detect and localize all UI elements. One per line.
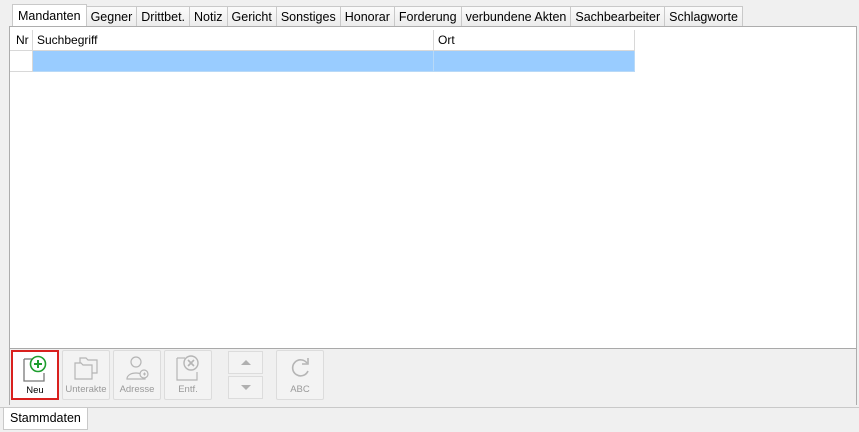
column-header-suchbegriff[interactable]: Suchbegriff (33, 30, 434, 51)
column-header-nr[interactable]: Nr (10, 30, 33, 51)
tab-gegner[interactable]: Gegner (85, 6, 138, 26)
tab-strip: Mandanten Gegner Drittbet. Notiz Gericht… (12, 4, 743, 26)
adresse-label: Adresse (119, 384, 155, 395)
neu-label: Neu (26, 385, 44, 396)
mandanten-panel: Nr Suchbegriff Ort Neu Unterakte Adresse… (9, 26, 857, 405)
tab-notiz[interactable]: Notiz (189, 6, 228, 26)
tab-sachbearbeiter[interactable]: Sachbearbeiter (570, 6, 666, 26)
row-suchbegriff-cell[interactable] (33, 51, 434, 72)
neu-button[interactable]: Neu (11, 350, 59, 400)
tab-schlagworte[interactable]: Schlagworte (664, 6, 743, 26)
table-row[interactable] (10, 51, 635, 72)
abc-sort-button[interactable]: ABC (276, 350, 324, 400)
refresh-icon (277, 354, 323, 384)
tab-honorar[interactable]: Honorar (339, 6, 395, 26)
tab-sonstiges[interactable]: Sonstiges (275, 6, 341, 26)
mandanten-grid: Nr Suchbegriff Ort (10, 30, 635, 72)
tab-forderung[interactable]: Forderung (393, 6, 462, 26)
row-nr-cell[interactable] (10, 51, 33, 72)
person-address-icon (114, 354, 160, 384)
folder-stack-icon (63, 354, 109, 384)
unterakte-button[interactable]: Unterakte (62, 350, 110, 400)
row-ort-cell[interactable] (434, 51, 635, 72)
action-toolbar: Neu Unterakte Adresse Entf. ABC (10, 348, 856, 405)
grid-header: Nr Suchbegriff Ort (10, 30, 635, 51)
unterakte-label: Unterakte (65, 384, 107, 395)
tab-stammdaten[interactable]: Stammdaten (3, 408, 88, 430)
adresse-button[interactable]: Adresse (113, 350, 161, 400)
tab-gericht[interactable]: Gericht (226, 6, 277, 26)
add-document-icon (13, 355, 57, 385)
tab-verbundene-akten[interactable]: verbundene Akten (460, 6, 572, 26)
triangle-down-icon (239, 385, 253, 400)
tab-drittbet[interactable]: Drittbet. (136, 6, 191, 26)
move-up-button[interactable] (228, 351, 263, 374)
bottom-tab-divider (0, 407, 859, 408)
move-down-button[interactable] (228, 376, 263, 399)
abc-label: ABC (290, 384, 310, 395)
delete-document-icon (165, 354, 211, 384)
triangle-up-icon (239, 360, 253, 375)
tab-mandanten[interactable]: Mandanten (12, 4, 87, 26)
entfernen-button[interactable]: Entf. (164, 350, 212, 400)
entfernen-label: Entf. (178, 384, 198, 395)
column-header-ort[interactable]: Ort (434, 30, 635, 51)
